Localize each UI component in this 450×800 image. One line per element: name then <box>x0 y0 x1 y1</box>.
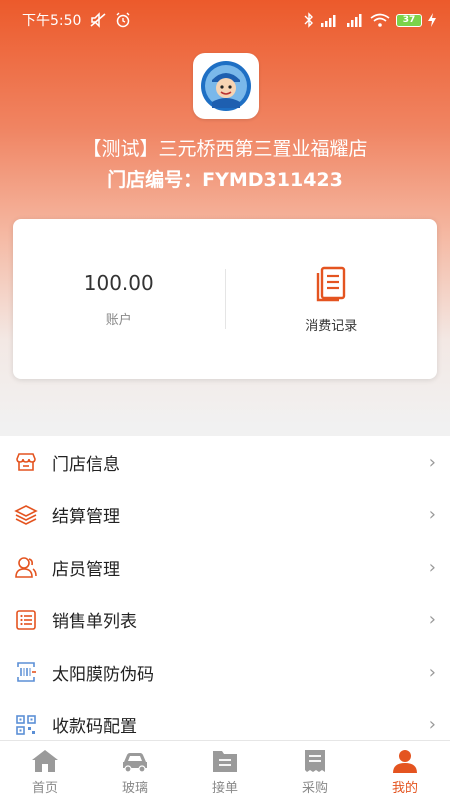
charging-icon <box>428 13 436 27</box>
chevron-right-icon: › <box>428 609 436 631</box>
signal-icon <box>346 13 364 27</box>
tab-glass[interactable]: 玻璃 <box>90 741 180 800</box>
records-icon <box>317 266 346 301</box>
list-icon <box>14 608 38 632</box>
people-icon <box>14 555 38 579</box>
store-name: 【测试】三元桥西第三置业福耀店 <box>82 138 368 160</box>
account-card: 100.00 账户 消费记录 <box>13 219 437 379</box>
tab-label: 首页 <box>31 780 58 796</box>
home-icon <box>32 749 58 772</box>
status-time: 下午5:50 <box>22 13 82 29</box>
car-icon <box>123 752 147 773</box>
consumption-records-button[interactable]: 消费记录 <box>226 219 438 379</box>
battery-level: 37 <box>402 15 416 25</box>
tab-home[interactable]: 首页 <box>0 741 90 800</box>
status-bar: 下午5:50 37 <box>0 0 450 40</box>
store-icon <box>14 450 38 474</box>
qrcode-icon <box>14 713 38 737</box>
tab-label: 接单 <box>211 780 238 796</box>
signal-hd-icon <box>320 13 340 27</box>
menu-item-staff[interactable]: 店员管理 › <box>0 541 450 594</box>
menu-label: 太阳膜防伪码 <box>52 664 154 685</box>
bluetooth-icon <box>304 12 314 28</box>
records-label: 消费记录 <box>305 318 358 334</box>
menu-item-store-info[interactable]: 门店信息 › <box>0 436 450 489</box>
menu-item-film-anti-counterfeit[interactable]: 太阳膜防伪码 › <box>0 646 450 699</box>
battery-icon: 37 <box>396 13 422 27</box>
menu-item-sales-orders[interactable]: 销售单列表 › <box>0 594 450 647</box>
alarm-icon <box>115 12 131 28</box>
balance-label: 账户 <box>105 312 132 328</box>
menu-item-settlement[interactable]: 结算管理 › <box>0 489 450 542</box>
chevron-right-icon: › <box>428 556 436 578</box>
tab-orders[interactable]: 接单 <box>180 741 270 800</box>
store-code-label: 门店编号： <box>107 169 203 191</box>
settings-menu: 门店信息 › 结算管理 › 店员管理 › 销售单列表 › 太阳膜防伪码 › 收款… <box>0 436 450 751</box>
wifi-icon <box>370 13 390 27</box>
menu-label: 门店信息 <box>52 454 120 475</box>
tab-label: 玻璃 <box>121 780 148 796</box>
layers-icon <box>14 503 38 527</box>
user-icon <box>393 749 417 773</box>
store-code-value: FYMD311423 <box>202 169 343 191</box>
folder-icon <box>213 750 237 772</box>
chevron-right-icon: › <box>428 504 436 526</box>
chevron-right-icon: › <box>428 714 436 736</box>
balance-value: 100.00 <box>83 270 154 295</box>
chevron-right-icon: › <box>428 661 436 683</box>
mascot-icon <box>201 61 251 111</box>
account-balance[interactable]: 100.00 账户 <box>13 219 225 379</box>
tab-purchase[interactable]: 采购 <box>270 741 360 800</box>
store-logo <box>193 53 259 119</box>
bottom-tab-bar: 首页 玻璃 接单 采购 我的 <box>0 740 450 800</box>
menu-label: 收款码配置 <box>52 717 137 738</box>
store-code: 门店编号：FYMD311423 <box>0 165 450 192</box>
tab-label: 我的 <box>391 780 418 796</box>
tab-mine[interactable]: 我的 <box>360 741 450 800</box>
menu-label: 店员管理 <box>52 559 120 580</box>
receipt-icon <box>305 749 325 772</box>
chevron-right-icon: › <box>428 451 436 473</box>
tab-label: 采购 <box>301 780 328 796</box>
barcode-icon <box>14 660 38 684</box>
menu-label: 销售单列表 <box>52 612 137 633</box>
mute-icon <box>89 12 107 28</box>
menu-label: 结算管理 <box>52 507 120 528</box>
